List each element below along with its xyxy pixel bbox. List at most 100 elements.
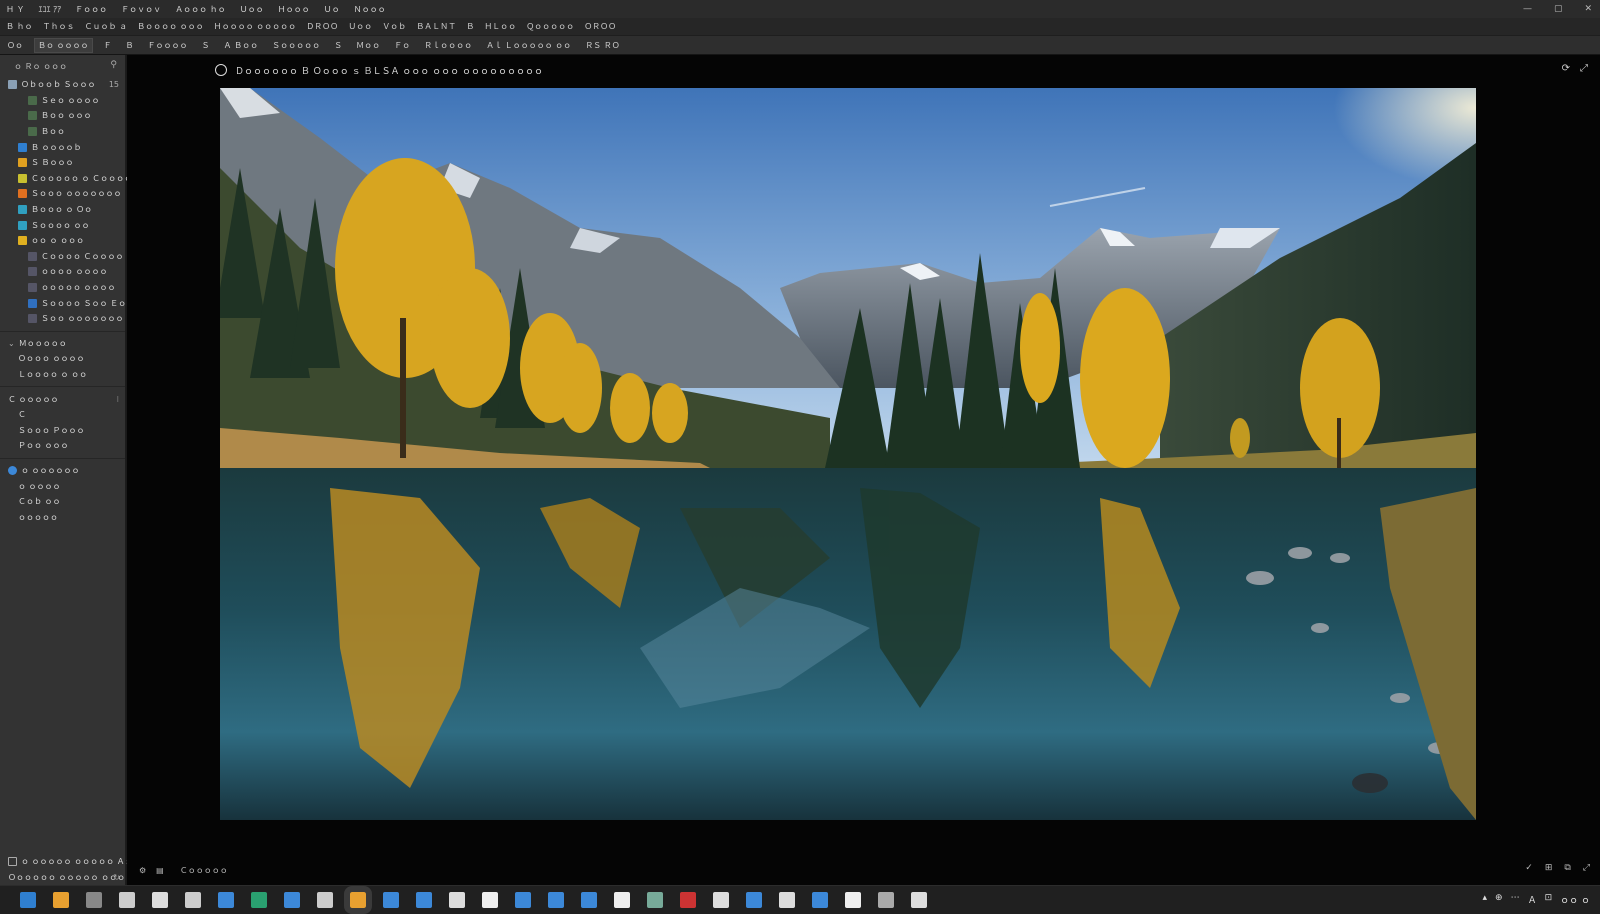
sidebar-item[interactable]: Ｓｏｏｏｏ Ｓｏｏ Ｅｏｏ xyxy=(0,295,134,311)
menu-item[interactable]: Ｆｏｏｏ xyxy=(75,4,107,15)
sidebar-section-header[interactable]: ⌄ Ｍｏｏｏｏｏ xyxy=(0,336,125,352)
sidebar-item[interactable]: Ｂｏｏ ｏｏｏ xyxy=(0,108,125,124)
gallery-icon[interactable] xyxy=(317,892,333,908)
sidebar-item[interactable]: ｏｏｏｏｏ ｏｏｏｏ xyxy=(0,280,125,296)
sidebar-item[interactable]: Ｂｏｏ xyxy=(0,124,125,140)
sidebar-item[interactable]: Ｏｏｏｏ ｏｏｏｏ xyxy=(0,351,125,367)
toolbar-item[interactable]: Ｈｏｏｏｏ ｏｏｏｏｏ xyxy=(214,21,297,32)
refresh-icon[interactable]: ↻ xyxy=(113,873,120,882)
menu-icon[interactable]: ⁝ xyxy=(116,395,119,404)
toolbar-button[interactable]: Ｓｏｏｏｏｏ xyxy=(269,39,323,52)
sidebar-item[interactable]: Ｓｏｏ ｏｏｏｏｏｏｏ xyxy=(0,311,125,327)
edge-icon[interactable] xyxy=(218,892,234,908)
toolbar-button[interactable]: Ｓ xyxy=(331,39,345,52)
toolbar-item[interactable]: ＤＲＯＯ xyxy=(306,21,338,32)
toolbar-button[interactable]: Ａｌ Ｌｏｏｏｏｏ ｏｏ xyxy=(483,39,574,52)
start-icon[interactable] xyxy=(20,892,36,908)
sidebar-item[interactable]: Ｓｏｏｏ Ｐｏｏｏ xyxy=(0,422,125,438)
window-icon[interactable] xyxy=(614,892,630,908)
file-icon[interactable] xyxy=(53,892,69,908)
dots-icon[interactable] xyxy=(119,892,135,908)
sidebar-item[interactable]: ｏ ｏｏｏｏ xyxy=(0,478,125,494)
menu-item[interactable]: Ｈｏｏｏ xyxy=(278,4,310,15)
sidebar-item[interactable]: Ｃｏｏｏｏｏ ｏ Ｃｏｏｏｏ xyxy=(0,171,132,187)
taskview-icon[interactable] xyxy=(86,892,102,908)
grid-icon[interactable]: ⊞ xyxy=(1545,863,1553,873)
menu-item[interactable]: ｴｺｴ ｱｱ xyxy=(39,4,62,15)
sidebar-footer-row[interactable]: Ｏｏｏｏｏｏ ｏｏｏｏｏ ｏｏｏ ↻ xyxy=(0,869,126,885)
search-icon[interactable] xyxy=(416,892,432,908)
sidebar-item[interactable]: ｏｏｏｏｏ xyxy=(0,509,125,525)
expand-icon[interactable]: ⤢ xyxy=(1583,863,1590,873)
folder-icon[interactable] xyxy=(344,886,372,914)
menu-item[interactable]: Ｕｏｏ xyxy=(240,4,264,15)
globe-icon[interactable] xyxy=(878,892,894,908)
toolbar-item[interactable]: Ｂ ｈｏ xyxy=(6,21,33,32)
sidebar-item[interactable]: Ｐｏｏ ｏｏｏ xyxy=(0,438,125,454)
toolbar-item[interactable]: ＢＡＬＮＴ xyxy=(416,21,456,32)
maximize-icon[interactable]: ▢ xyxy=(1554,4,1563,14)
app-icon[interactable] xyxy=(812,892,828,908)
tools-icon[interactable] xyxy=(779,892,795,908)
toolbar-button[interactable]: Ｆ xyxy=(101,39,115,52)
sidebar-section-header[interactable]: Ｃ ｏｏｏｏｏ ⁝ xyxy=(0,391,125,407)
menu-item[interactable]: Ａｏｏｏ ｈｏ xyxy=(175,4,226,15)
app-icon[interactable] xyxy=(680,892,696,908)
photos-icon[interactable] xyxy=(284,892,300,908)
check-icon[interactable]: ✓ xyxy=(1525,863,1533,873)
toolbar-item[interactable]: Ｂ xyxy=(466,21,474,32)
mail-icon[interactable] xyxy=(845,892,861,908)
menu-item[interactable]: Ｆｏｖｏｖ xyxy=(121,4,161,15)
sidebar-item[interactable]: Ｓｅｏ ｏｏｏｏ xyxy=(0,93,125,109)
settings-icon[interactable]: ⚙ xyxy=(139,866,146,875)
toolbar-button[interactable]: Ａ Ｂｏｏ xyxy=(221,39,262,52)
outlook-icon[interactable] xyxy=(515,892,531,908)
rotate-icon[interactable]: ⟳ xyxy=(1562,63,1570,74)
app-icon[interactable] xyxy=(746,892,762,908)
sidebar-item[interactable]: Ｌｏｏｏｏ ｏ ｏｏ xyxy=(0,367,125,383)
doc-icon[interactable] xyxy=(482,892,498,908)
toolbar-button[interactable]: Ｓ xyxy=(199,39,213,52)
toolbar-button[interactable]: Ｂｏ ｏｏｏｏ xyxy=(34,37,93,53)
app-icon[interactable] xyxy=(383,892,399,908)
toolbar-item[interactable]: Ｑｏｏｏｏｏ xyxy=(526,21,574,32)
sidebar-item[interactable]: ｏｏｏｏ ｏｏｏｏ xyxy=(0,264,125,280)
sidebar-item[interactable]: Ｃ xyxy=(0,407,125,423)
menu-item[interactable]: Ｎｏｏｏ xyxy=(354,4,386,15)
toolbar-item[interactable]: Ｃｕｏｂ ａ xyxy=(85,21,128,32)
toolbar-button[interactable]: Ｆｏｏｏｏ xyxy=(145,39,191,52)
tray-icon[interactable]: ▴ xyxy=(1482,893,1487,906)
sidebar-item[interactable]: Ｂ ｏｏｏｏｂ xyxy=(0,139,125,155)
sidebar-item[interactable]: ｏｏ ｏ ｏｏｏ xyxy=(0,233,125,249)
sidebar-item[interactable]: Ｓｏｏｏｏ ｏｏ xyxy=(0,217,125,233)
store-icon[interactable] xyxy=(449,892,465,908)
tray-icon[interactable]: ⊡ xyxy=(1545,893,1553,906)
cloud-icon[interactable] xyxy=(713,892,729,908)
toolbar-button[interactable]: Ｆｏ xyxy=(391,39,413,52)
filmstrip-icon[interactable]: ▤ xyxy=(156,866,164,875)
minimize-icon[interactable]: — xyxy=(1523,4,1532,14)
sidebar-item[interactable]: Ｓ Ｂｏｏｏ xyxy=(0,155,125,171)
toolbar-item[interactable]: Ｖｏｂ xyxy=(382,21,406,32)
toolbar-button[interactable]: Ｏｏ xyxy=(4,39,26,52)
toolbar-button[interactable]: ＲＳ ＲＯ xyxy=(582,39,623,52)
app-icon[interactable] xyxy=(581,892,597,908)
sidebar-section-header[interactable]: ｏ ｏｏｏｏｏｏ xyxy=(0,463,125,479)
toolbar-item[interactable]: Ｔｈｏｓ xyxy=(43,21,75,32)
tray-icon[interactable]: ⊕ xyxy=(1495,893,1503,906)
tray-icon[interactable]: ⋯ xyxy=(1511,893,1520,906)
menu-item[interactable]: Ｕｏ xyxy=(324,4,340,15)
shield-icon[interactable] xyxy=(647,892,663,908)
menu-item[interactable]: Ｈ Ｙ xyxy=(6,4,25,15)
app-icon[interactable] xyxy=(152,892,168,908)
toolbar-item[interactable]: Ｂｏｏｏｏ ｏｏｏ xyxy=(137,21,204,32)
toolbar-item[interactable]: Ｕｏｏ xyxy=(348,21,372,32)
sidebar-item[interactable]: Ｃｏｏｏｏ Ｃｏｏｏｏ xyxy=(0,249,125,265)
sidebar-footer-row[interactable]: ｏ ｏｏｏｏｏ ｏｏｏｏｏ Ａｓ xyxy=(0,854,133,870)
toolbar-item[interactable]: ＯＲＯＯ xyxy=(584,21,616,32)
sidebar-item[interactable]: Ｃｏｂ ｏｏ xyxy=(0,494,125,510)
sidebar-item[interactable]: Ｂｏｏｏ ｏ Ｏｏ xyxy=(0,202,125,218)
compare-icon[interactable]: ⧉ xyxy=(1564,863,1570,873)
sidebar-item[interactable]: Ｓｏｏｏ ｏｏｏｏｏｏｏ xyxy=(0,186,125,202)
toolbar-item[interactable]: ＨＬｏｏ xyxy=(484,21,516,32)
